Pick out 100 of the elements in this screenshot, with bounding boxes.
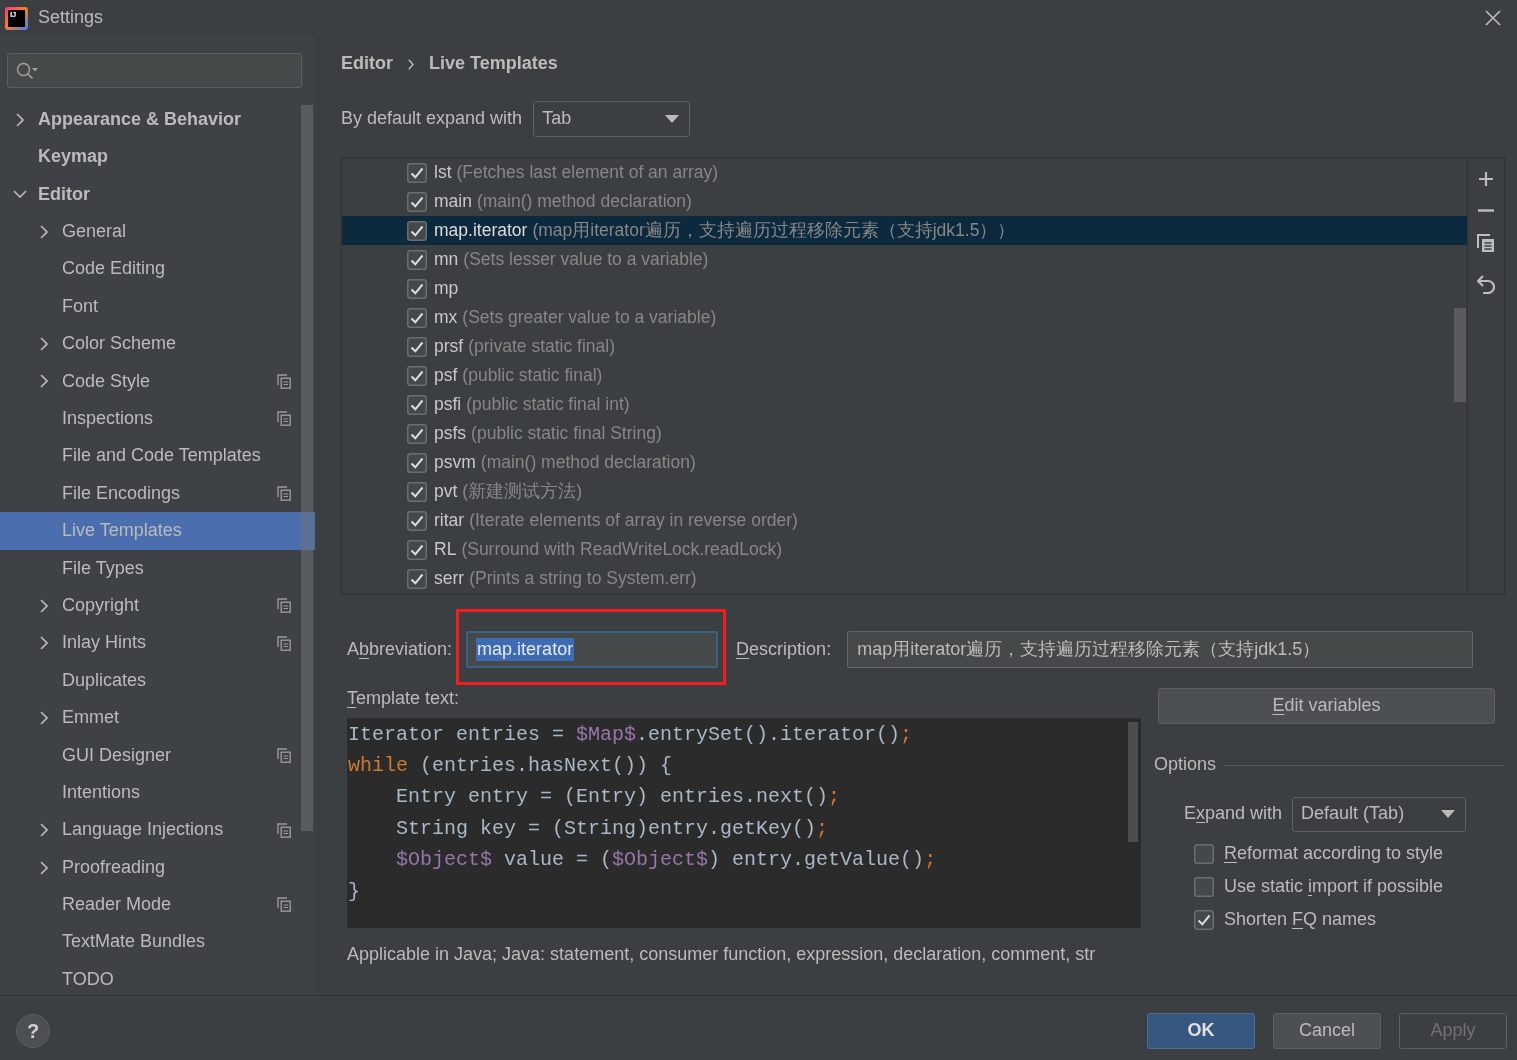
checkbox[interactable] [1194,876,1214,897]
template-abbreviation: lst [434,162,452,183]
scrollbar[interactable] [1454,308,1466,402]
checkbox[interactable] [407,539,427,560]
breadcrumb-item[interactable]: Editor [341,53,393,75]
template-abbreviation: psfs [434,423,467,444]
chevron-right-icon[interactable] [40,823,48,838]
window-title: Settings [38,7,104,29]
settings-tree-item[interactable]: Inlay Hints [0,624,315,662]
settings-tree-item[interactable]: Intentions [0,774,315,812]
applicable-contexts-text: Applicable in Java; Java: statement, consumer function, expression, declaration, comment, str [347,943,1097,966]
settings-tree-item[interactable]: Code Style [0,362,315,401]
settings-tree-item[interactable]: Color Scheme [0,325,315,363]
settings-tree-item[interactable]: Copyright [0,587,315,625]
close-icon[interactable] [1485,10,1501,26]
checkbox[interactable] [407,336,427,357]
template-abbreviation: mn [434,249,459,270]
settings-tree-item[interactable]: Appearance & Behavior [0,101,315,139]
scrollbar[interactable] [1128,721,1138,842]
settings-tree-item[interactable]: TODO [0,961,315,995]
checkbox[interactable] [407,568,427,589]
chevron-right-icon[interactable] [40,636,48,651]
chevron-down-icon[interactable] [13,190,27,199]
checkbox[interactable] [407,510,427,531]
ok-button[interactable]: OK [1147,1013,1255,1049]
template-row[interactable]: psf (public static final) [342,361,1467,390]
template-row[interactable]: pvt (新建测试方法) [342,477,1467,506]
chevron-right-icon[interactable] [16,112,24,127]
dialog-button[interactable]: Cancel [1273,1013,1381,1049]
settings-tree-item[interactable]: File Types [0,549,315,588]
chevron-right-icon[interactable] [40,224,48,239]
chevron-right-icon[interactable] [40,598,48,613]
template-row[interactable]: lst (Fetches last element of an array) [342,158,1467,187]
settings-tree-item[interactable]: Language Injections [0,811,315,849]
settings-tree-item[interactable]: Reader Mode [0,886,315,924]
checkbox[interactable] [407,481,427,502]
settings-tree-item[interactable]: Duplicates [0,661,315,700]
checkbox[interactable] [1194,909,1214,930]
search-field[interactable] [7,53,302,88]
template-description: (Sets greater value to a variable) [462,307,717,328]
add-icon[interactable] [1478,171,1494,187]
template-description: (map用iterator遍历，支持遍历过程移除元素（支持jdk1.5）） [532,220,1016,241]
chevron-right-icon[interactable] [40,337,48,352]
help-button[interactable]: ? [16,1014,50,1048]
settings-tree-item[interactable]: Editor [0,175,315,214]
description-field[interactable]: map用iterator遍历，支持遍历过程移除元素（支持jdk1.5） [847,631,1474,668]
template-row[interactable]: prsf (private static final) [342,332,1467,361]
edit-variables-button[interactable]: Edit variables [1158,688,1495,724]
template-row[interactable]: ritar (Iterate elements of array in reverse order) [342,506,1467,535]
code-editor[interactable]: Iterator entries = $Map$.entrySet().iterator(); while (entries.hasNext()) { Entry entry = (Entry) entries.next(); String key = (String)entry.getKey(); $Object$ value = ($Object$) entry.getValue(); } [347,717,1141,928]
chevron-right-icon [408,58,414,70]
checkbox[interactable] [407,162,427,183]
settings-tree-item[interactable]: File Encodings [0,474,315,513]
template-row[interactable]: mn (Sets lesser value to a variable) [342,245,1467,274]
checkbox[interactable] [407,191,427,212]
scrollbar[interactable] [301,105,313,831]
template-row[interactable]: psfs (public static final String) [342,419,1467,448]
settings-tree-item[interactable]: Inspections [0,400,315,438]
checkbox-label: Use static import if possible [1224,875,1444,898]
copy-icon[interactable] [1477,234,1495,253]
checkbox[interactable] [407,452,427,473]
settings-tree-item[interactable]: TextMate Bundles [0,923,315,961]
code-line: Iterator entries = $Map$.entrySet().iterator(); [347,721,913,748]
settings-tree-item[interactable]: File and Code Templates [0,437,315,475]
code-line: String key = (String)entry.getKey(); [395,815,829,842]
chevron-right-icon[interactable] [40,710,48,725]
template-row[interactable]: mp [342,274,1467,303]
template-row[interactable]: serr (Prints a string to System.err) [342,564,1467,593]
template-description: (private static final) [468,336,616,357]
template-row[interactable]: mx (Sets greater value to a variable) [342,303,1467,332]
checkbox[interactable] [407,220,427,241]
checkbox[interactable] [407,365,427,386]
template-row[interactable]: map.iterator (map用iterator遍历，支持遍历过程移除元素（支持jdk1.5）） [342,216,1467,245]
breadcrumb-item[interactable]: Live Templates [429,53,558,75]
settings-tree-item[interactable]: Code Editing [0,250,315,288]
caret-icon [665,115,680,123]
settings-tree-item[interactable]: Emmet [0,699,315,737]
checkbox[interactable] [407,423,427,444]
settings-tree-item[interactable]: Proofreading [0,848,315,887]
checkbox[interactable] [407,278,427,299]
checkbox[interactable] [407,249,427,270]
settings-tree-item[interactable]: Font [0,287,315,326]
template-description: (Prints a string to System.err) [469,568,697,589]
chevron-right-icon[interactable] [40,860,48,875]
settings-tree-item[interactable]: General [0,213,315,251]
checkbox[interactable] [407,394,427,415]
chevron-right-icon[interactable] [40,374,48,389]
settings-tree-item[interactable]: GUI Designer [0,736,315,775]
dropdown[interactable]: Default (Tab) [1292,796,1467,832]
template-row[interactable]: psvm (main() method declaration) [342,448,1467,477]
undo-icon[interactable] [1477,275,1495,294]
checkbox[interactable] [1194,843,1214,864]
template-row[interactable]: psfi (public static final int) [342,390,1467,419]
template-description: (public static final int) [466,394,630,415]
template-row[interactable]: RL (Surround with ReadWriteLock.readLock) [342,535,1467,564]
dropdown[interactable]: Tab [533,101,691,137]
template-row[interactable]: main (main() method declaration) [342,187,1467,216]
settings-tree-item[interactable]: Keymap [0,138,315,176]
template-text-label: Template text: [347,688,461,710]
checkbox[interactable] [407,307,427,328]
